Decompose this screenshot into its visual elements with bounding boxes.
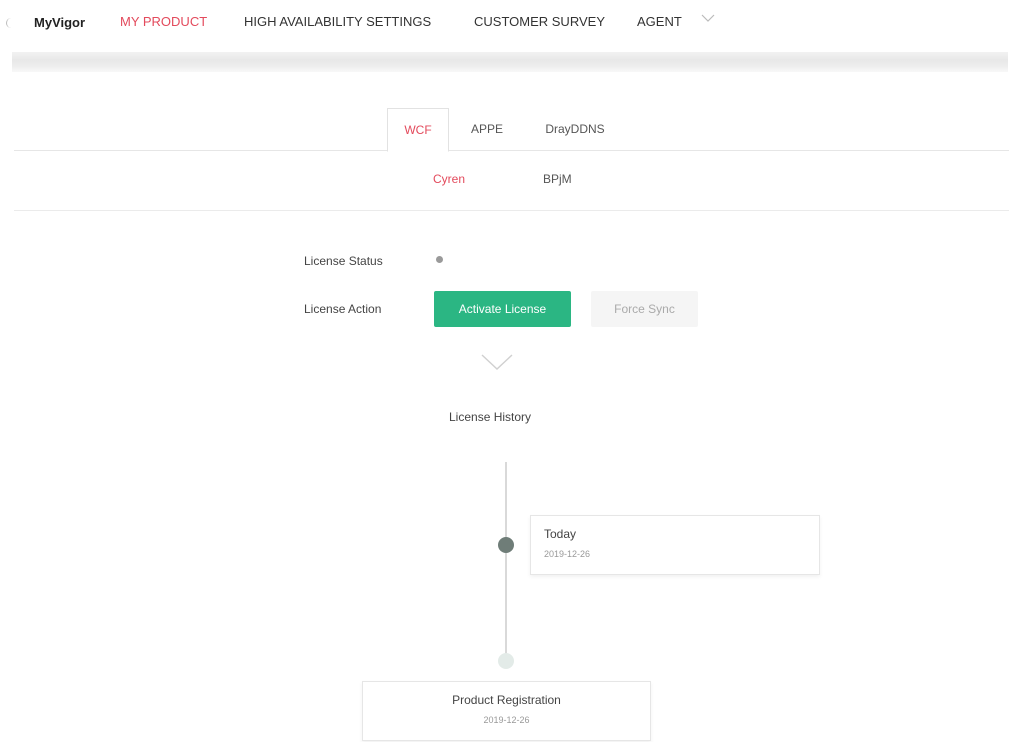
force-sync-button[interactable]: Force Sync (591, 291, 698, 327)
history-entry-title: Today (544, 527, 577, 541)
timeline-dot-registration (498, 653, 514, 669)
timeline-line (505, 462, 507, 662)
tab-wcf[interactable]: WCF (387, 108, 449, 152)
brand-bracket-icon (6, 18, 13, 28)
license-action-label: License Action (304, 302, 382, 316)
activate-license-button[interactable]: Activate License (434, 291, 571, 327)
tab-appe[interactable]: APPE (458, 108, 516, 150)
tabs-divider (14, 150, 1009, 151)
top-navigation: MyVigor MY PRODUCT HIGH AVAILABILITY SET… (0, 0, 1009, 46)
history-entry-product-registration: Product Registration 2019-12-26 (362, 681, 651, 741)
tab-drayddns[interactable]: DrayDDNS (530, 108, 620, 150)
history-entry-date: 2019-12-26 (544, 549, 591, 559)
nav-divider-bar (12, 52, 1008, 72)
chevron-down-icon[interactable] (480, 352, 514, 372)
subtab-bpjm[interactable]: BPjM (543, 172, 572, 186)
subtabs-divider (14, 210, 1009, 211)
timeline-dot-today (498, 537, 514, 553)
license-status-label: License Status (304, 254, 383, 268)
nav-high-availability-settings[interactable]: HIGH AVAILABILITY SETTINGS (244, 14, 431, 29)
history-entry-today: Today 2019-12-26 (530, 515, 820, 575)
nav-agent[interactable]: AGENT (637, 14, 682, 29)
nav-my-product[interactable]: MY PRODUCT (120, 14, 207, 29)
license-status-indicator (436, 256, 443, 263)
chevron-down-icon[interactable] (700, 12, 716, 24)
license-history-title: License History (449, 410, 532, 424)
brand-logo[interactable]: MyVigor (34, 15, 85, 30)
nav-customer-survey[interactable]: CUSTOMER SURVEY (474, 14, 605, 29)
subtab-cyren[interactable]: Cyren (433, 172, 465, 186)
history-entry-title: Product Registration (452, 693, 561, 707)
history-entry-date: 2019-12-26 (483, 715, 530, 725)
